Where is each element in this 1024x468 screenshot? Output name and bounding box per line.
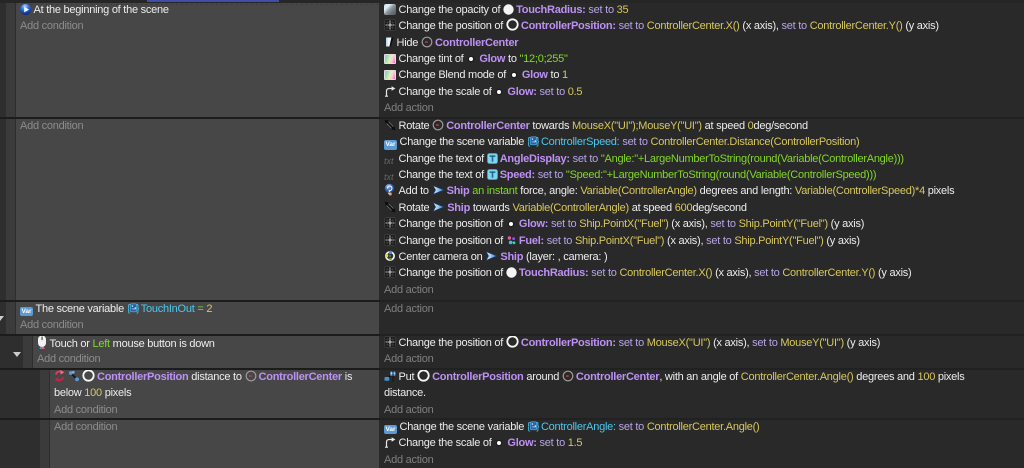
svg-text:}: } bbox=[536, 421, 539, 432]
svg-text:}: } bbox=[536, 137, 539, 148]
svg-text:}: } bbox=[136, 303, 139, 314]
